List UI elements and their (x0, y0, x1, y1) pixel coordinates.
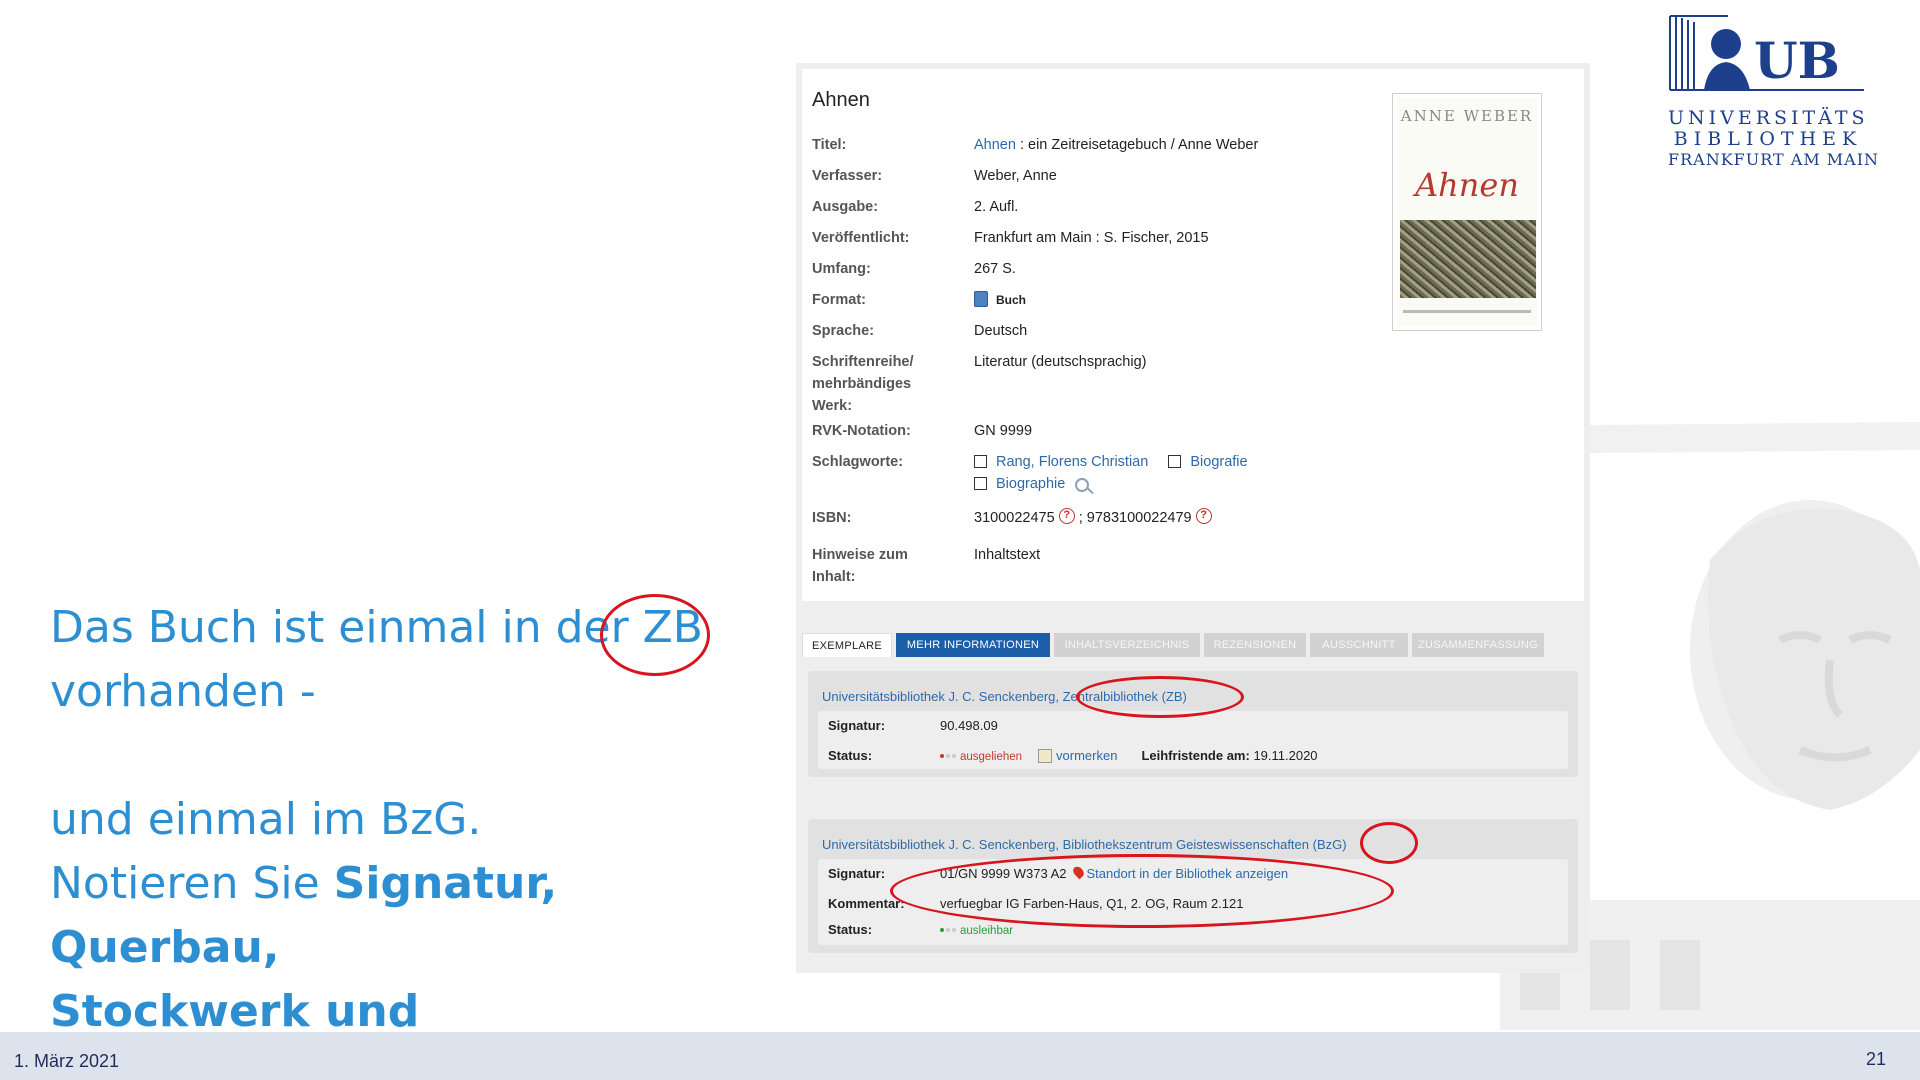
subject-link-2[interactable]: Biografie (1190, 454, 1247, 470)
book-cover[interactable]: ANNE WEBER Ahnen (1392, 93, 1542, 331)
ub-logo-text: UB (1754, 31, 1840, 90)
holding-bzg-status: Status: ausleihbar (828, 922, 1013, 937)
label-schlagworte: Schlagworte: (812, 454, 904, 470)
slide-line-3: und einmal im BzG. (50, 794, 482, 845)
ub-logo-mark: UB (1669, 15, 1864, 91)
subject-link-1[interactable]: Rang, Florens Christian (996, 454, 1148, 470)
label-schriftenreihe: Schriftenreihe/ mehrbändiges Werk: (812, 354, 914, 414)
isbn-separator: ; (1074, 510, 1087, 526)
label-ausgabe: Ausgabe: (812, 199, 879, 215)
leihfrist-value: 19.11.2020 (1253, 748, 1318, 763)
value-ausgabe: 2. Aufl. (974, 199, 1019, 215)
holding-zb-details: Signatur: 90.498.09 Status: ausgeliehen vor… (818, 711, 1568, 769)
signatur-value: 90.498.09 (940, 718, 998, 733)
logo-line-2: BIBLIOTHEK (1673, 128, 1863, 150)
format-text: Buch (996, 293, 1026, 307)
value-veroeffentlicht: Frankfurt am Main : S. Fischer, 2015 (974, 230, 1209, 246)
search-icon[interactable] (1075, 478, 1090, 492)
logo-line-3: FRANKFURT AM MAIN (1668, 150, 1880, 169)
value-titel: Ahnen : ein Zeitreisetagebuch / Anne Web… (974, 134, 1394, 156)
ub-logo: UB UNIVERSITÄTS BIBLIOTHEK FRANKFURT AM … (1668, 12, 1880, 172)
tab-ausschnitt[interactable]: AUSSCHNITT (1310, 633, 1408, 657)
title-link[interactable]: Ahnen (974, 137, 1016, 153)
book-icon (974, 291, 988, 307)
status-label: Status: (828, 922, 873, 937)
tab-exemplare[interactable]: EXEMPLARE (802, 633, 892, 657)
logo-line-1: UNIVERSITÄTS (1668, 107, 1869, 129)
record-title: Ahnen (812, 89, 870, 111)
footer-page-number: 21 (1865, 1049, 1886, 1069)
value-isbn: 3100022475 ? ; 9783100022479 ? (974, 507, 1394, 529)
vormerken-link[interactable]: vormerken (1056, 748, 1117, 763)
author-link[interactable]: Weber, Anne (974, 165, 1394, 187)
isbn-info-icon-2[interactable]: ? (1195, 508, 1212, 524)
tab-rezensionen[interactable]: REZENSIONEN (1204, 633, 1306, 657)
slide-footer: 1. März 2021 21 (0, 1032, 1920, 1080)
footer-date: 1. März 2021 (14, 1051, 120, 1071)
holding-zb-status: Status: ausgeliehen vormerken Leihfristende… (828, 748, 1318, 763)
subject-checkbox-3[interactable] (974, 477, 987, 490)
marker-circle-bzg (1360, 822, 1418, 864)
holding-zb-signatur: Signatur: 90.498.09 (828, 718, 998, 733)
status-label: Status: (828, 748, 873, 763)
subject-checkbox-2[interactable] (1168, 455, 1182, 468)
inhaltstext-link[interactable]: Inhaltstext (974, 544, 1394, 566)
subject-link-3[interactable]: Biographie (996, 476, 1065, 492)
cover-footer-line (1403, 310, 1531, 313)
catalog-screenshot: Ahnen Titel: Ahnen : ein Zeitreisetagebu… (796, 63, 1590, 973)
value-sprache: Deutsch (974, 323, 1028, 339)
status-value: ausleihbar (960, 925, 1014, 937)
label-titel: Titel: (812, 137, 847, 153)
title-rest: : ein Zeitreisetagebuch / Anne Weber (1015, 137, 1259, 153)
status-dots-icon (940, 748, 960, 763)
record-panel: Ahnen Titel: Ahnen : ein Zeitreisetagebu… (802, 69, 1584, 601)
subject-checkbox-1[interactable] (974, 455, 987, 468)
cover-title: Ahnen (1415, 166, 1519, 204)
value-format: Buch (974, 289, 1394, 311)
reserve-icon[interactable] (1038, 749, 1053, 763)
library-link-bzg[interactable]: Universitätsbibliothek J. C. Senckenberg… (822, 837, 1347, 852)
label-format: Format: (812, 292, 866, 308)
isbn-info-icon-1[interactable]: ? (1058, 508, 1075, 524)
tab-inhaltsverzeichnis[interactable]: INHALTSVERZEICHNIS (1054, 633, 1200, 657)
cover-author: ANNE WEBER (1400, 107, 1534, 125)
marker-circle-zb-library (1076, 676, 1244, 718)
label-sprache: Sprache: (812, 323, 875, 339)
label-hinweise: Hinweise zum Inhalt: (812, 547, 908, 585)
value-schriftenreihe: Literatur (deutschsprachig) (974, 354, 1147, 370)
tab-mehr-informationen[interactable]: MEHR INFORMATIONEN (896, 633, 1050, 657)
label-umfang: Umfang: (812, 261, 871, 277)
marker-circle-zb-text (600, 594, 710, 676)
label-isbn: ISBN: (812, 510, 852, 526)
label-veroeffentlicht: Veröffentlicht: (812, 230, 910, 246)
slide-line-4-prefix: Notieren Sie (50, 858, 334, 909)
label-rvk: RVK-Notation: (812, 423, 911, 439)
signatur-label: Signatur: (828, 718, 886, 733)
status-dots-icon (940, 922, 960, 937)
marker-circle-signatur-kommentar (890, 854, 1394, 928)
cover-image (1400, 220, 1536, 298)
value-umfang: 267 S. (974, 261, 1016, 277)
leihfrist-label: Leihfristende am: (1141, 748, 1250, 763)
label-verfasser: Verfasser: (812, 168, 883, 184)
status-value: ausgeliehen (960, 751, 1023, 763)
isbn-2: 9783100022479 (1086, 510, 1192, 526)
value-schlagworte: Rang, Florens Christian Biografie Biogra… (974, 451, 1394, 495)
tab-zusammenfassung[interactable]: ZUSAMMENFASSUNG (1412, 633, 1544, 657)
slide-line-4: Notieren Sie Signatur, Querbau, (50, 852, 770, 980)
rvk-link[interactable]: GN 9999 (974, 420, 1394, 442)
isbn-1: 3100022475 (974, 510, 1055, 526)
